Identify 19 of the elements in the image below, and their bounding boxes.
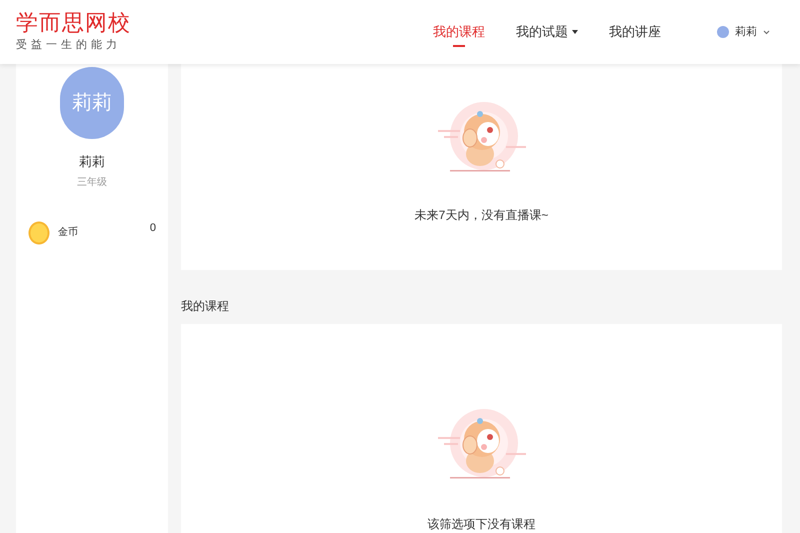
nav-tab[interactable]: 我的试题: [516, 0, 578, 64]
nav-tab[interactable]: 我的讲座: [609, 0, 661, 64]
caret-icon: [572, 30, 578, 34]
logo-title[interactable]: 学而思网校: [16, 10, 131, 35]
empty-message: 未来7天内，没有直播课~: [414, 207, 548, 224]
active-underline: [453, 45, 465, 47]
coin-label: 金币: [58, 226, 78, 240]
profile-avatar: 莉莉: [60, 67, 124, 139]
profile-name: 莉莉: [79, 153, 105, 171]
section-heading: 我的课程: [181, 298, 230, 315]
nav-tab[interactable]: 我的课程: [433, 0, 485, 64]
user-avatar-icon: [717, 26, 729, 38]
coin-count: 0: [150, 221, 156, 236]
user-menu[interactable]: 莉莉: [717, 24, 770, 40]
coin-icon: [28, 220, 50, 244]
empty-message: 该筛选项下没有课程: [428, 516, 536, 533]
profile-grade: 三年级: [77, 176, 107, 190]
logo-slogan: 受益一生的能力: [16, 38, 122, 53]
chevron-down-icon: [763, 30, 770, 34]
